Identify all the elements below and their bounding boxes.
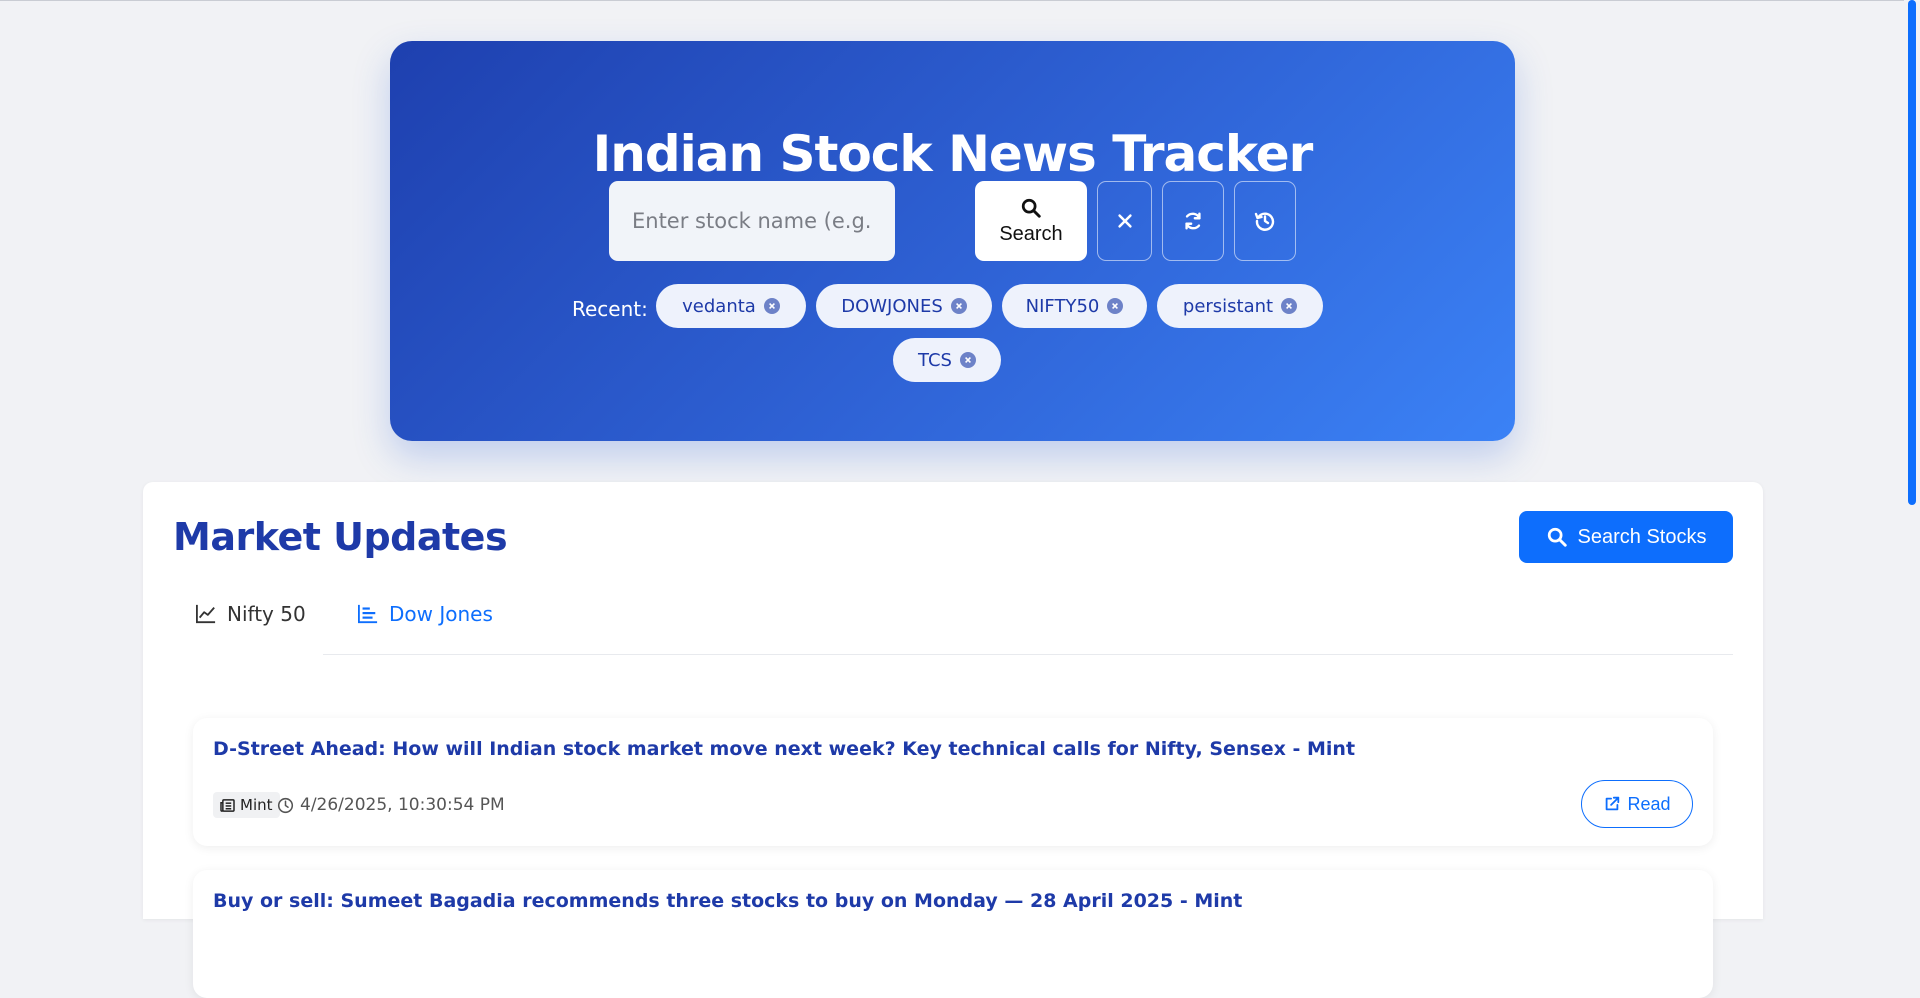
recent-chip-vedanta[interactable]: vedanta (656, 284, 806, 328)
tab-label: Nifty 50 (227, 602, 306, 626)
top-border (0, 0, 1920, 1)
search-icon (1547, 527, 1567, 547)
recent-chip-label: NIFTY50 (1025, 295, 1100, 317)
newspaper-icon (220, 798, 235, 812)
tab-nifty-50[interactable]: Nifty 50 (195, 592, 306, 636)
recent-chip-label: TCS (918, 349, 952, 371)
refresh-icon (1185, 212, 1201, 230)
read-label: Read (1627, 793, 1671, 814)
remove-chip-icon[interactable] (959, 352, 976, 368)
close-icon (1117, 214, 1132, 228)
news-title-link[interactable]: Buy or sell: Sumeet Bagadia recommends t… (213, 890, 1693, 912)
hero-panel: Indian Stock News Tracker Search Recent: (390, 41, 1515, 441)
recent-chip-dowjones[interactable]: DOWJONES (816, 284, 992, 328)
tab-label: Dow Jones (389, 602, 493, 626)
page-title: Indian Stock News Tracker (592, 125, 1314, 183)
recent-chip-label: persistant (1182, 295, 1274, 317)
scrollbar-thumb[interactable] (1908, 0, 1916, 505)
news-title-link[interactable]: D-Street Ahead: How will Indian stock ma… (213, 738, 1693, 760)
recent-label: Recent: (572, 297, 648, 321)
bar-chart-icon (358, 604, 378, 624)
read-button[interactable]: Read (1581, 780, 1693, 828)
recent-chip-label: DOWJONES (841, 295, 943, 317)
remove-chip-icon[interactable] (1281, 298, 1298, 314)
news-item: Buy or sell: Sumeet Bagadia recommends t… (193, 870, 1713, 998)
source-badge: Mint (213, 792, 280, 818)
search-button[interactable]: Search (975, 181, 1087, 261)
recent-chip-nifty50[interactable]: NIFTY50 (1002, 284, 1147, 328)
external-link-icon (1606, 796, 1620, 811)
line-chart-icon (196, 604, 216, 624)
refresh-button[interactable] (1162, 181, 1224, 261)
news-timestamp: 4/26/2025, 10:30:54 PM (277, 792, 505, 818)
news-item: D-Street Ahead: How will Indian stock ma… (193, 718, 1713, 846)
search-stocks-button[interactable]: Search Stocks (1519, 511, 1733, 563)
market-updates-card: Market Updates Search Stocks Nifty 50 Do… (143, 482, 1763, 998)
search-button-label: Search (999, 222, 1063, 245)
history-icon (1254, 212, 1275, 231)
clock-icon (277, 797, 294, 813)
recent-chip-persistant[interactable]: persistant (1157, 284, 1323, 328)
search-stocks-label: Search Stocks (1577, 525, 1707, 548)
search-icon (1021, 198, 1041, 218)
section-title: Market Updates (173, 515, 508, 559)
remove-chip-icon[interactable] (1107, 298, 1124, 314)
history-button[interactable] (1234, 181, 1296, 261)
tab-divider (323, 654, 1733, 655)
clear-button[interactable] (1097, 181, 1152, 261)
recent-chip-label: vedanta (682, 295, 756, 317)
stock-search-input[interactable] (609, 181, 895, 261)
remove-chip-icon[interactable] (950, 298, 967, 314)
remove-chip-icon[interactable] (763, 298, 780, 314)
tab-dow-jones[interactable]: Dow Jones (357, 592, 493, 636)
timestamp-text: 4/26/2025, 10:30:54 PM (300, 795, 505, 815)
source-label: Mint (240, 796, 273, 814)
recent-chip-tcs[interactable]: TCS (893, 338, 1001, 382)
